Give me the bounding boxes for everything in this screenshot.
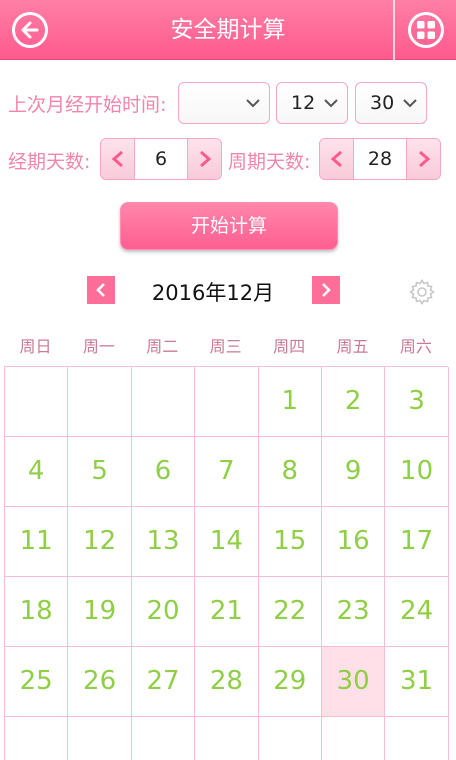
- weekday-label: 周二: [146, 337, 179, 356]
- start-calculation-button[interactable]: 开始计算: [120, 202, 338, 250]
- last-period-label: 上次月经开始时间:: [8, 94, 167, 116]
- calendar-empty-cell: [195, 367, 259, 437]
- page-title: 安全期计算: [170, 17, 286, 43]
- next-month-button[interactable]: [312, 276, 340, 304]
- calendar-day-cell[interactable]: 24: [385, 577, 449, 647]
- period-days-value[interactable]: 6: [135, 139, 187, 179]
- calendar-day-cell[interactable]: 5: [68, 437, 132, 507]
- calendar-day-cell[interactable]: 10: [385, 437, 449, 507]
- calendar-day-cell[interactable]: 29: [258, 647, 322, 717]
- weekday-label: 周四: [273, 337, 306, 356]
- header-divider: [393, 0, 395, 60]
- calendar-empty-cell: [5, 717, 69, 760]
- calendar-day-cell[interactable]: 21: [195, 577, 259, 647]
- calendar-day-cell[interactable]: 17: [385, 507, 449, 577]
- calendar-empty-cell: [68, 367, 132, 437]
- calendar-day-cell[interactable]: 2: [322, 367, 386, 437]
- calendar-day-cell[interactable]: 31: [385, 647, 449, 717]
- calendar-day-cell[interactable]: 19: [68, 577, 132, 647]
- chevron-down-icon: [324, 99, 338, 108]
- weekday-label: 周三: [209, 337, 242, 356]
- chevron-down-icon: [403, 99, 417, 108]
- cycle-days-decrease-button[interactable]: [320, 139, 354, 179]
- calendar-day-cell[interactable]: 28: [195, 647, 259, 717]
- chevron-down-icon: [246, 99, 260, 108]
- period-days-increase-button[interactable]: [187, 139, 221, 179]
- calendar-day-cell[interactable]: 25: [5, 647, 69, 717]
- calendar-day-cell[interactable]: 7: [195, 437, 259, 507]
- calendar-day-cell[interactable]: 14: [195, 507, 259, 577]
- calendar-day-cell[interactable]: 9: [322, 437, 386, 507]
- month-select-value: 12: [291, 92, 316, 114]
- year-select[interactable]: [178, 82, 270, 124]
- chevron-left-icon: [330, 150, 342, 168]
- weekday-header: 周日 周一 周二 周三 周四 周五 周六: [4, 333, 448, 363]
- back-arrow-icon: [21, 21, 39, 39]
- back-button[interactable]: [12, 12, 48, 48]
- calendar-empty-cell: [5, 367, 69, 437]
- weekday-label: 周五: [336, 337, 369, 356]
- calendar-day-cell[interactable]: 12: [68, 507, 132, 577]
- calendar-day-cell[interactable]: 23: [322, 577, 386, 647]
- calendar-grid: 1 2 3 4 5 6 7 8 9 10 11 12 13 14 15 16 17 18 19 20 21 22 23 24 2…: [4, 366, 449, 760]
- weekday-label: 周日: [19, 337, 52, 356]
- calendar-day-cell[interactable]: 20: [131, 577, 196, 647]
- calendar-day-cell[interactable]: 3: [385, 367, 449, 437]
- cycle-days-stepper: 28: [319, 138, 441, 180]
- month-title: 2016年12月: [151, 281, 275, 305]
- calendar-day-cell[interactable]: 11: [5, 507, 69, 577]
- calendar-day-cell[interactable]: 8: [258, 437, 322, 507]
- chevron-right-icon: [419, 150, 431, 168]
- chevron-right-icon: [200, 150, 212, 168]
- settings-gear-icon[interactable]: [408, 278, 436, 306]
- period-days-label: 经期天数:: [8, 151, 91, 173]
- calendar-empty-cell: [68, 717, 132, 760]
- calendar-day-cell[interactable]: 13: [131, 507, 196, 577]
- grid-icon: [417, 21, 435, 39]
- month-select[interactable]: 12: [276, 82, 348, 124]
- period-days-stepper: 6: [100, 138, 222, 180]
- cycle-days-increase-button[interactable]: [406, 139, 440, 179]
- calendar-day-cell[interactable]: 6: [131, 437, 196, 507]
- calendar-day-cell[interactable]: 15: [258, 507, 322, 577]
- calendar-day-cell[interactable]: 30: [322, 647, 386, 717]
- calendar-day-cell[interactable]: 4: [5, 437, 69, 507]
- calendar-empty-cell: [322, 717, 386, 760]
- calendar-empty-cell: [385, 717, 449, 760]
- calendar-empty-cell: [259, 717, 322, 760]
- calendar-empty-cell: [131, 367, 196, 437]
- cycle-days-label: 周期天数:: [228, 151, 311, 173]
- calendar-day-cell[interactable]: 27: [131, 647, 196, 717]
- calendar-empty-cell: [132, 717, 196, 760]
- menu-grid-button[interactable]: [408, 12, 444, 48]
- app-header: 安全期计算: [0, 0, 456, 60]
- calendar-day-cell[interactable]: 22: [258, 577, 322, 647]
- weekday-label: 周一: [82, 337, 115, 356]
- period-days-decrease-button[interactable]: [101, 139, 135, 179]
- weekday-label: 周六: [399, 337, 432, 356]
- cycle-days-value[interactable]: 28: [354, 139, 406, 179]
- day-select[interactable]: 30: [355, 82, 427, 124]
- calendar-empty-cell: [195, 717, 259, 760]
- calendar-day-cell[interactable]: 16: [322, 507, 386, 577]
- calendar-day-cell[interactable]: 18: [5, 577, 69, 647]
- calendar-day-cell[interactable]: 1: [258, 367, 322, 437]
- chevron-right-icon: [322, 283, 331, 297]
- day-select-value: 30: [370, 92, 395, 114]
- chevron-left-icon: [111, 150, 123, 168]
- calendar-day-cell[interactable]: 26: [68, 647, 132, 717]
- chevron-left-icon: [96, 283, 105, 297]
- prev-month-button[interactable]: [87, 276, 115, 304]
